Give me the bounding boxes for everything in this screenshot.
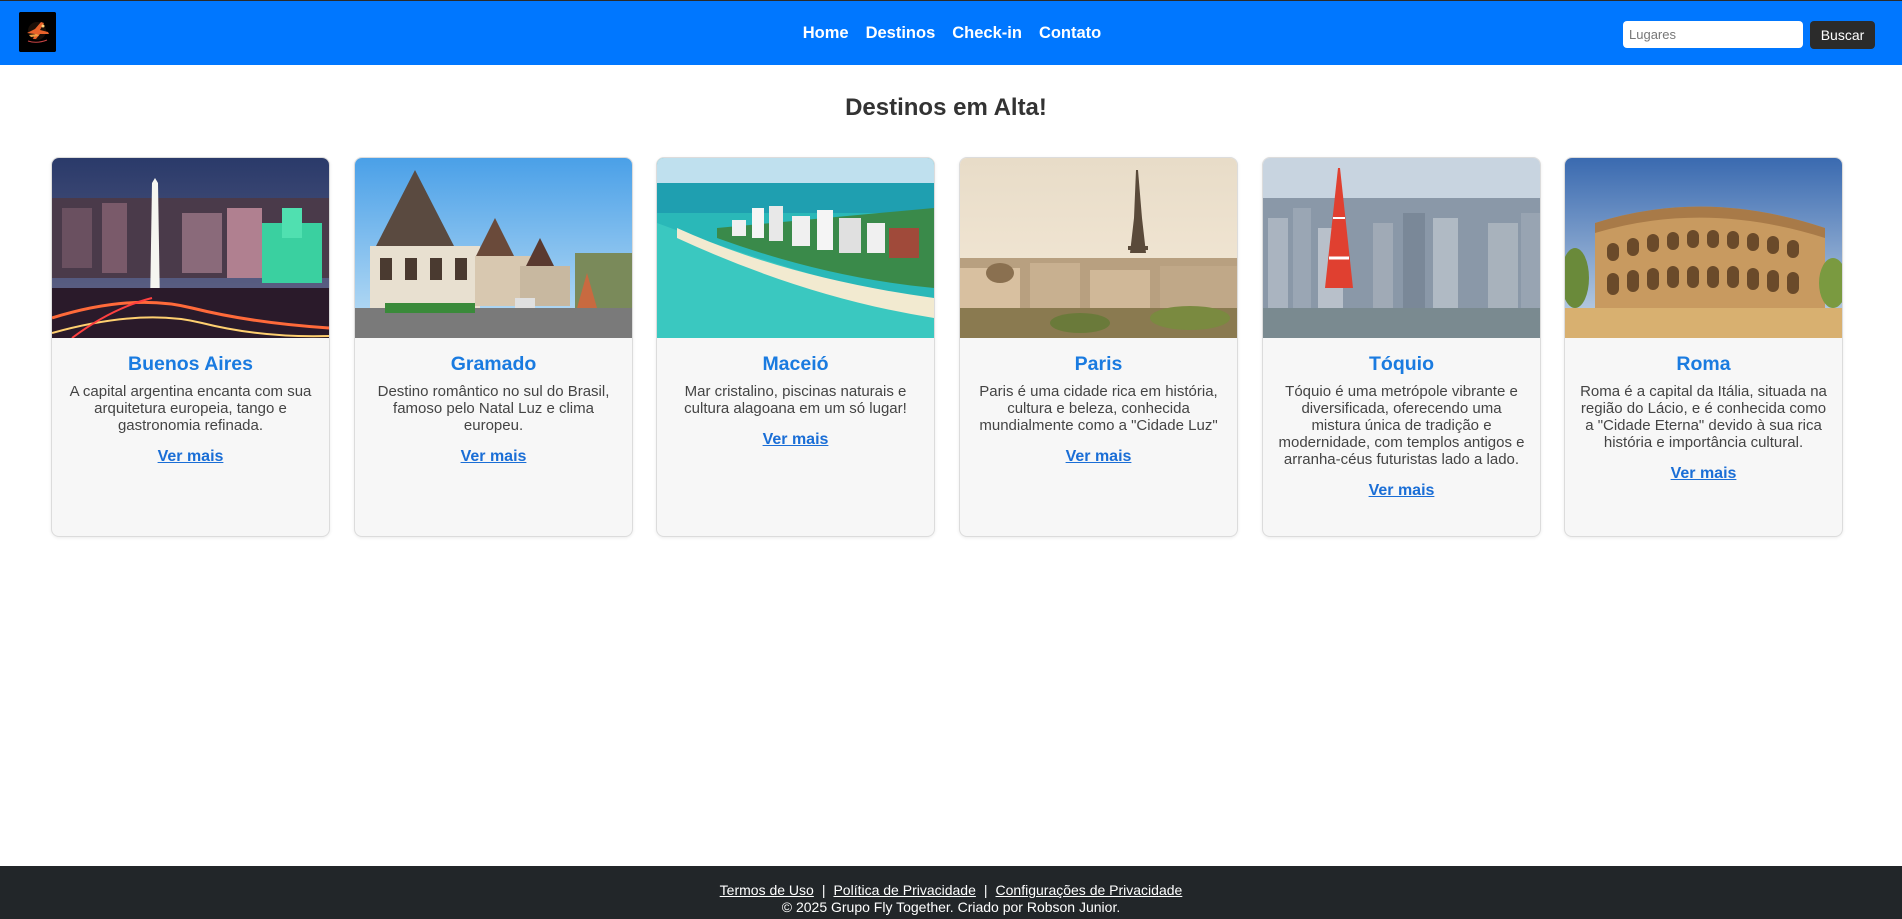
copyright-text: © 2025 Grupo Fly Together. Criado por Ro… <box>781 899 1121 915</box>
privacy-settings-link[interactable]: Configurações de Privacidade <box>996 882 1183 898</box>
page-footer: Termos de Uso | Política de Privacidade | Co… <box>0 866 1902 919</box>
card-description: Destino romântico no sul do Brasil, famo… <box>377 383 610 434</box>
destination-card-buenos-aires: Buenos Aires A capital argentina encanta… <box>51 157 330 537</box>
buenos-aires-image <box>52 158 329 338</box>
destination-card-toquio: Tóquio Tóquio é uma metrópole vibrante e… <box>1262 157 1541 537</box>
maceio-image <box>657 158 934 338</box>
card-title: Tóquio <box>1369 353 1434 375</box>
ver-mais-link[interactable]: Ver mais <box>960 448 1237 466</box>
destination-card-maceio: Maceió Mar cristalino, piscinas naturais… <box>656 157 935 537</box>
airplane-logo-icon[interactable] <box>19 12 56 52</box>
ver-mais-link[interactable]: Ver mais <box>657 431 934 449</box>
ver-mais-link[interactable]: Ver mais <box>52 448 329 466</box>
paris-image <box>960 158 1237 338</box>
ver-mais-link[interactable]: Ver mais <box>1263 482 1540 500</box>
card-description: A capital argentina encanta com sua arqu… <box>69 383 312 434</box>
footer-links: Termos de Uso | Política de Privacidade | Co… <box>0 866 1902 898</box>
gramado-image <box>355 158 632 338</box>
page-title: Destinos em Alta! <box>845 94 1047 121</box>
card-description: Paris é uma cidade rica em história, cul… <box>979 383 1218 434</box>
card-title: Maceió <box>762 353 829 375</box>
search-button[interactable]: Buscar <box>1810 21 1875 49</box>
destination-card-roma: Roma Roma é a capital da Itália, situada… <box>1564 157 1843 537</box>
nav-link-home[interactable]: Home <box>803 24 849 43</box>
main-navigation: Home Destinos Check-in Contato <box>0 1 1902 65</box>
footer-separator: | <box>821 882 826 898</box>
ver-mais-link[interactable]: Ver mais <box>1565 465 1842 483</box>
roma-image <box>1565 158 1842 338</box>
nav-link-destinos[interactable]: Destinos <box>866 24 936 43</box>
nav-link-check-in[interactable]: Check-in <box>952 24 1022 43</box>
card-description: Roma é a capital da Itália, situada na r… <box>1580 383 1827 451</box>
card-title: Roma <box>1676 353 1731 375</box>
privacy-policy-link[interactable]: Política de Privacidade <box>833 882 975 898</box>
ver-mais-link[interactable]: Ver mais <box>355 448 632 466</box>
destination-card-gramado: Gramado Destino romântico no sul do Bras… <box>354 157 633 537</box>
nav-link-contato[interactable]: Contato <box>1039 24 1101 43</box>
terms-link[interactable]: Termos de Uso <box>720 882 814 898</box>
card-description: Mar cristalino, piscinas naturais e cult… <box>684 383 907 417</box>
card-title: Buenos Aires <box>128 353 253 375</box>
top-navbar: Home Destinos Check-in Contato Buscar <box>0 0 1902 65</box>
toquio-image <box>1263 158 1540 338</box>
footer-separator: | <box>983 882 988 898</box>
destination-card-paris: Paris Paris é uma cidade rica em históri… <box>959 157 1238 537</box>
card-title: Gramado <box>450 353 537 375</box>
card-description: Tóquio é uma metrópole vibrante e divers… <box>1278 383 1525 468</box>
search-input[interactable] <box>1623 21 1803 48</box>
card-title: Paris <box>1074 353 1123 375</box>
